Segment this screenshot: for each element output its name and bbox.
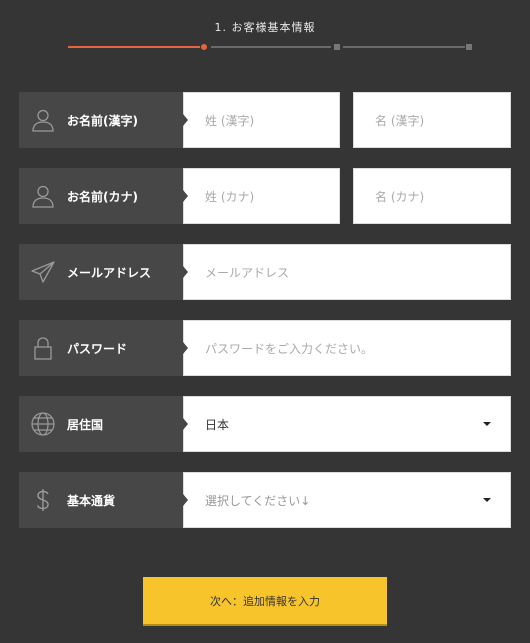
next-button[interactable]: 次へ：追加情報を入力 [143,577,387,624]
globe-icon [19,396,67,452]
country-select-value: 日本 [205,417,230,432]
last-name-kana-input[interactable]: 姓 (カナ) [183,168,340,224]
progress-segment-3 [343,46,465,48]
last-name-kanji-input[interactable]: 姓 (漢字) [183,92,340,148]
label-arrow [183,342,188,354]
progress-bar [68,43,472,51]
label-cell: メールアドレス [19,244,183,300]
field-label: パスワード [67,341,128,356]
label-arrow [183,190,188,202]
field-label: 基本通貨 [67,493,116,508]
user-icon [19,168,67,224]
label-cell: 基本通貨 [19,472,183,528]
caret-down-icon [483,498,491,502]
form-row-country: 居住国 日本 [19,396,511,452]
currency-select-value: 選択してください↓ [205,493,311,508]
country-select[interactable]: 日本 [183,396,511,452]
user-icon [19,92,67,148]
label-arrow [183,494,188,506]
progress-segment-1 [68,46,200,48]
label-arrow [183,418,188,430]
field-label: 居住国 [67,417,104,432]
field-label: お名前(カナ) [67,189,138,204]
label-arrow [183,266,188,278]
progress-dot-1 [201,44,207,50]
paper-plane-icon [19,244,67,300]
caret-down-icon [483,422,491,426]
first-name-kana-input[interactable]: 名 (カナ) [353,168,511,224]
form-row-password: パスワード パスワードをご入力ください。 [19,320,511,376]
field-label: メールアドレス [67,265,152,280]
first-name-kanji-input[interactable]: 名 (漢字) [353,92,511,148]
label-cell: 居住国 [19,396,183,452]
field-label: お名前(漢字) [67,113,138,128]
progress-dot-2 [334,44,340,50]
step-title: 1. お客様基本情報 [214,21,316,34]
currency-select[interactable]: 選択してください↓ [183,472,511,528]
progress-dot-3 [466,44,472,50]
password-input[interactable]: パスワードをご入力ください。 [183,320,511,376]
label-cell: お名前(漢字) [19,92,183,148]
progress-segment-2 [211,46,331,48]
form-row-name-kana: お名前(カナ) 姓 (カナ) 名 (カナ) [19,168,511,224]
label-cell: パスワード [19,320,183,376]
email-input[interactable]: メールアドレス [183,244,511,300]
form-row-name-kanji: お名前(漢字) 姓 (漢字) 名 (漢字) [19,92,511,148]
label-arrow [183,114,188,126]
lock-icon [19,320,67,376]
label-cell: お名前(カナ) [19,168,183,224]
dollar-icon [19,472,67,528]
form-row-email: メールアドレス メールアドレス [19,244,511,300]
form-row-currency: 基本通貨 選択してください↓ [19,472,511,528]
